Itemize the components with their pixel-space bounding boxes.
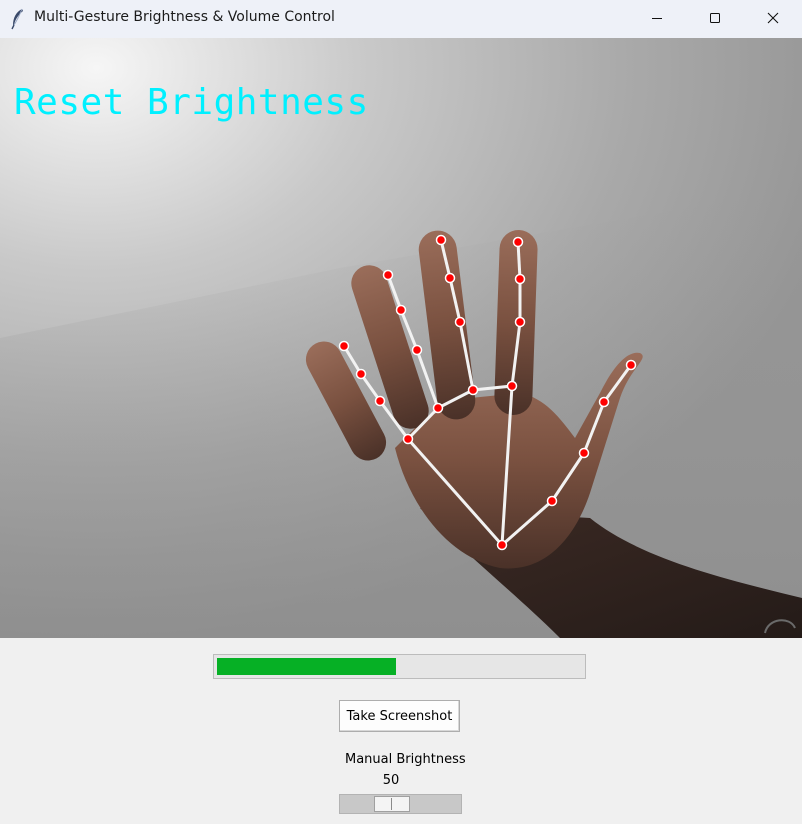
feather-icon (10, 8, 26, 30)
hand-landmark (374, 395, 386, 407)
hand-landmark (496, 539, 508, 551)
hand-connection (516, 241, 522, 280)
window-title: Multi-Gesture Brightness & Volume Contro… (34, 9, 335, 25)
title-bar: Multi-Gesture Brightness & Volume Contro… (0, 0, 802, 38)
hand-landmark (598, 396, 610, 408)
progress-fill (217, 658, 396, 675)
hand-landmark (578, 447, 590, 459)
brightness-scale-value: 50 (382, 773, 400, 788)
hand-landmark (402, 433, 414, 445)
hand-landmark (467, 384, 479, 396)
hand-landmark (546, 495, 558, 507)
close-button[interactable] (744, 0, 802, 36)
hand-landmark (625, 359, 637, 371)
hand-landmark (355, 368, 367, 380)
brightness-slider[interactable] (339, 794, 462, 814)
minimize-button[interactable] (628, 0, 686, 36)
slider-thumb[interactable] (374, 796, 410, 812)
hand-landmark (514, 316, 526, 328)
hand-landmark (395, 304, 407, 316)
hand-landmark (432, 402, 444, 414)
camera-frame (0, 38, 802, 638)
maximize-icon (709, 9, 721, 28)
brightness-scale-label: Manual Brightness (345, 752, 465, 767)
take-screenshot-button[interactable]: Take Screenshot (339, 700, 460, 732)
hand-landmark (382, 269, 394, 281)
hand-landmark (338, 340, 350, 352)
minimize-icon (651, 9, 663, 28)
hand-landmark (454, 316, 466, 328)
hand-landmark (444, 272, 456, 284)
hand-landmark (514, 273, 526, 285)
hand-landmark (411, 344, 423, 356)
maximize-button[interactable] (686, 0, 744, 36)
app-window: Multi-Gesture Brightness & Volume Contro… (0, 0, 802, 824)
hand-landmark (512, 236, 524, 248)
camera-feed: Reset Brightness (0, 38, 802, 638)
gesture-status-text: Reset Brightness (14, 82, 369, 123)
hand-landmark (506, 380, 518, 392)
hand-landmark (435, 234, 447, 246)
close-icon (767, 9, 779, 28)
level-progress-bar (213, 654, 586, 679)
